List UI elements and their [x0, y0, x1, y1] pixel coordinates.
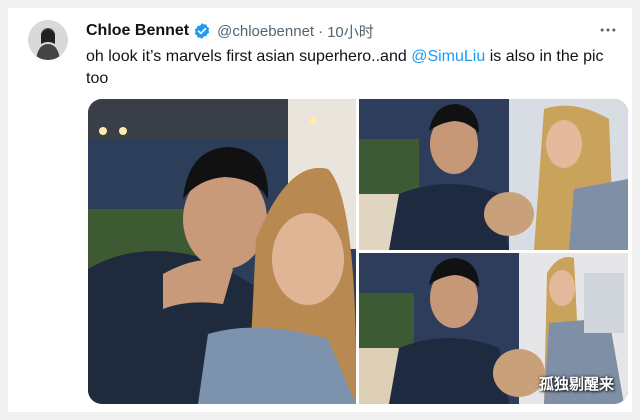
- avatar-image: [28, 20, 68, 60]
- media-grid: 孤独剔醒来: [88, 99, 628, 404]
- tweet-text: oh look it’s marvels first asian superhe…: [86, 46, 626, 90]
- photo-1[interactable]: [88, 99, 356, 404]
- tweet-timestamp[interactable]: 10小时: [327, 21, 374, 42]
- author-handle[interactable]: @chloebennet: [217, 23, 314, 40]
- photo-2[interactable]: [359, 99, 628, 250]
- verified-badge-icon: [193, 22, 211, 40]
- mention-link[interactable]: @SimuLiu: [411, 48, 485, 65]
- tweet-text-part1: oh look it’s marvels first asian superhe…: [86, 48, 412, 65]
- tweet-card[interactable]: Chloe Bennet @chloebennet · 10小时 oh look…: [8, 8, 632, 412]
- separator-dot: ·: [318, 22, 324, 40]
- author-avatar[interactable]: [28, 20, 68, 60]
- more-horizontal-icon[interactable]: [596, 18, 620, 42]
- tweet-header: Chloe Bennet @chloebennet · 10小时: [86, 21, 374, 41]
- watermark: 孤独剔醒来: [538, 375, 614, 393]
- author-name[interactable]: Chloe Bennet: [86, 22, 189, 40]
